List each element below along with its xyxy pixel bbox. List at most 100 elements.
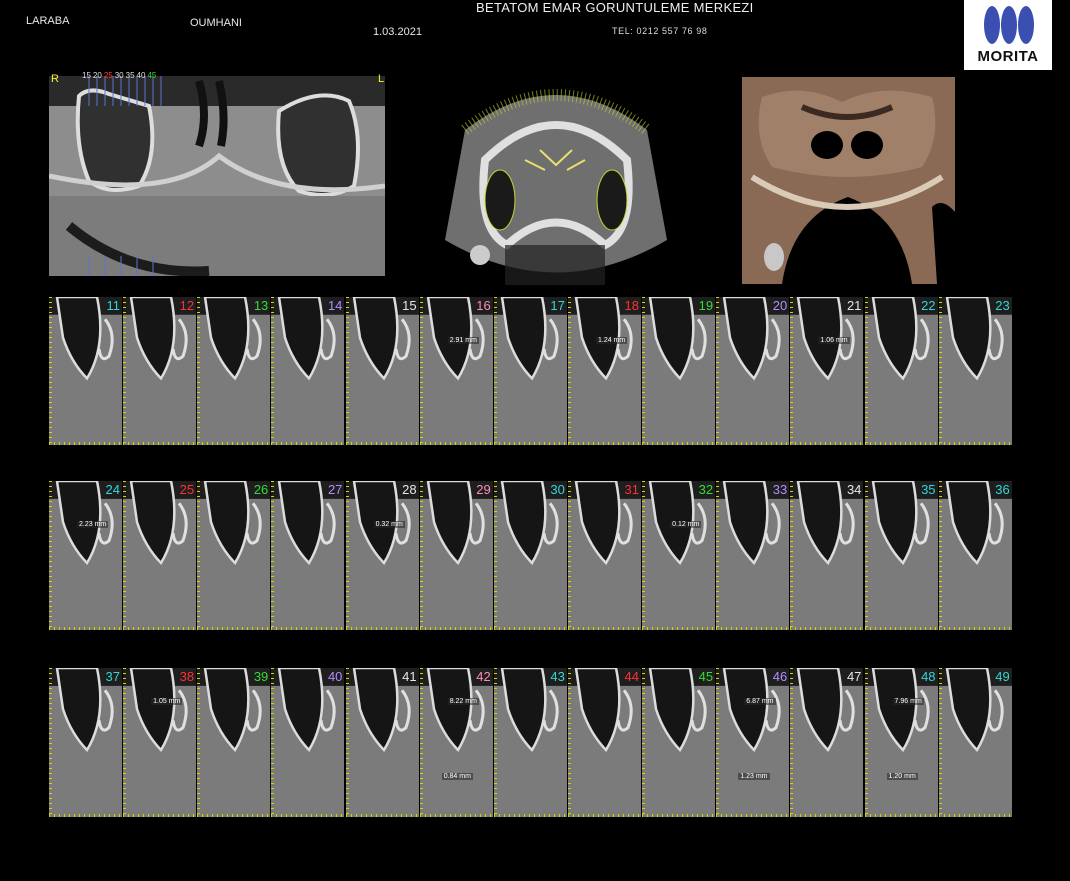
cross-section-slice[interactable]: 33 [716, 481, 790, 630]
cross-section-slice[interactable]: 36 [938, 481, 1012, 630]
cross-section-image [938, 481, 1012, 630]
cross-section-slice[interactable]: 21 1.06 mm [790, 297, 864, 445]
slice-ruler [419, 481, 423, 630]
cross-section-slice[interactable]: 18 1.24 mm [567, 297, 641, 445]
cross-section-image [567, 297, 641, 445]
cross-section-slice[interactable]: 41 [345, 668, 419, 817]
cross-section-slice[interactable]: 15 [345, 297, 419, 445]
cross-section-slice[interactable]: 28 0.32 mm [345, 481, 419, 630]
cross-section-slice[interactable]: 23 [938, 297, 1012, 445]
slice-ruler [716, 668, 720, 817]
cross-section-slice[interactable]: 32 0.12 mm [642, 481, 716, 630]
cross-section-slice[interactable]: 11 [49, 297, 122, 445]
cross-section-slice[interactable]: 22 [864, 297, 938, 445]
cross-section-slice[interactable]: 40 [271, 668, 345, 817]
cross-section-slice[interactable]: 39 [197, 668, 271, 817]
cross-section-slice[interactable]: 30 [493, 481, 567, 630]
slice-ruler-bottom [790, 627, 864, 630]
panoramic-view[interactable] [49, 76, 385, 276]
cross-section-image [716, 481, 790, 630]
cross-section-image [790, 297, 864, 445]
slice-ruler [864, 297, 868, 445]
slice-number: 45 [698, 669, 714, 684]
slice-ruler [49, 668, 52, 817]
cross-section-slice[interactable]: 13 [197, 297, 271, 445]
slice-number: 39 [253, 669, 269, 684]
measurement-label: 0.12 mm [670, 521, 702, 528]
measurement-label-lower: 1.23 mm [738, 773, 770, 780]
panoramic-image [49, 76, 385, 276]
cross-section-slice[interactable]: 37 [49, 668, 122, 817]
slice-ruler [493, 668, 497, 817]
cross-section-image [197, 668, 271, 817]
slice-number: 31 [624, 482, 639, 497]
slice-number: 18 [624, 298, 639, 313]
measurement-label: 1.06 mm [818, 337, 850, 344]
cross-section-row-2: 24 2.23 mm 25 26 27 28 0.32 mm 29 30 31 32 0.12 mm 3… [49, 481, 1013, 630]
cross-section-slice[interactable]: 26 [197, 481, 271, 630]
slice-number: 28 [402, 482, 417, 497]
slice-ruler [642, 481, 646, 630]
slice-number: 46 [772, 669, 788, 684]
measurement-label-lower: 1.20 mm [886, 773, 918, 780]
cross-section-slice[interactable]: 43 [493, 668, 567, 817]
cross-section-slice[interactable]: 19 [642, 297, 716, 445]
slice-ruler-bottom [49, 814, 122, 817]
slice-ruler [790, 481, 794, 630]
slice-number: 36 [995, 482, 1010, 497]
measurement-label-lower: 0.84 mm [441, 773, 473, 780]
scale-tick-label: 45 [147, 71, 157, 80]
cross-section-slice[interactable]: 24 2.23 mm [49, 481, 122, 630]
cross-section-slice[interactable]: 16 2.91 mm [419, 297, 493, 445]
axial-view[interactable] [445, 70, 667, 288]
logo-text: MORITA [977, 48, 1039, 65]
cross-section-image [271, 297, 345, 445]
cross-section-slice[interactable]: 29 [419, 481, 493, 630]
cross-section-image [345, 481, 419, 630]
cross-section-image [49, 481, 122, 630]
slice-ruler-bottom [123, 627, 197, 630]
cross-section-slice[interactable]: 27 [271, 481, 345, 630]
volume-render-view[interactable] [742, 77, 955, 284]
cross-section-slice[interactable]: 45 [642, 668, 716, 817]
cross-section-slice[interactable]: 46 6.87 mm 1.23 mm [716, 668, 790, 817]
cross-section-slice[interactable]: 20 [716, 297, 790, 445]
slice-ruler-bottom [716, 442, 790, 445]
cross-section-image [271, 481, 345, 630]
center-name: BETATOM EMAR GORUNTULEME MERKEZI [476, 0, 754, 15]
slice-ruler [642, 668, 646, 817]
cross-section-slice[interactable]: 12 [123, 297, 197, 445]
cross-section-slice[interactable]: 35 [864, 481, 938, 630]
slice-ruler-bottom [271, 442, 345, 445]
measurement-label: 0.32 mm [373, 521, 405, 528]
slice-ruler-bottom [864, 814, 938, 817]
patient-first-name: OUMHANI [190, 17, 242, 29]
cross-section-slice[interactable]: 47 [790, 668, 864, 817]
cross-section-slice[interactable]: 42 8.22 mm 0.84 mm [419, 668, 493, 817]
cross-section-slice[interactable]: 34 [790, 481, 864, 630]
slice-number: 33 [772, 482, 788, 497]
slice-number: 14 [327, 298, 343, 313]
slice-ruler [567, 668, 571, 817]
cross-section-slice[interactable]: 44 [567, 668, 641, 817]
slice-number: 49 [995, 669, 1010, 684]
slice-number: 16 [476, 298, 491, 313]
cross-section-slice[interactable]: 49 [938, 668, 1012, 817]
cross-section-slice[interactable]: 48 7.96 mm 1.20 mm [864, 668, 938, 817]
measurement-label: 1.05 mm [151, 698, 183, 705]
slice-number: 15 [402, 298, 417, 313]
cross-section-slice[interactable]: 31 [567, 481, 641, 630]
slice-number: 32 [698, 482, 714, 497]
cross-section-slice[interactable]: 25 [123, 481, 197, 630]
slice-scale-ticks: 15 20 25 30 35 40 45 [82, 71, 158, 80]
slice-ruler [123, 297, 127, 445]
cross-section-row-3: 37 38 1.05 mm 39 40 41 42 8.22 mm 0.84 mm 43 44 45 4… [49, 668, 1013, 817]
slice-ruler [419, 668, 423, 817]
slice-number: 26 [253, 482, 269, 497]
cross-section-slice[interactable]: 17 [493, 297, 567, 445]
cross-section-slice[interactable]: 14 [271, 297, 345, 445]
scale-tick-label: 20 [92, 71, 102, 80]
left-side-label: L [378, 73, 385, 85]
cross-section-image [790, 668, 864, 817]
cross-section-slice[interactable]: 38 1.05 mm [123, 668, 197, 817]
